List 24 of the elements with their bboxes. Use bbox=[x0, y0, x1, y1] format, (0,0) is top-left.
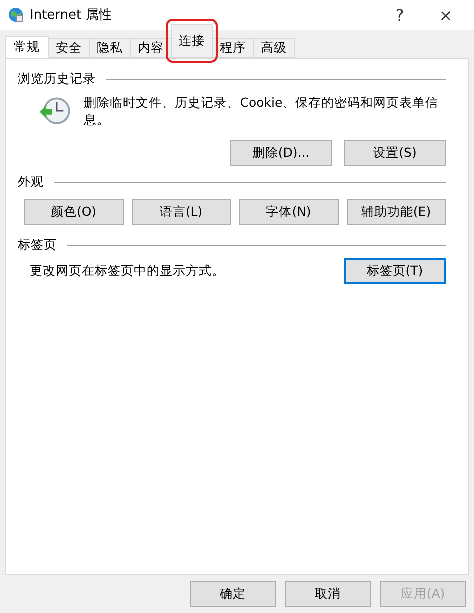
group-heading: 标签页 bbox=[18, 237, 57, 254]
description-text: 删除临时文件、历史记录、Cookie、保存的密码和网页表单信息。 bbox=[84, 95, 440, 129]
help-button[interactable]: ? bbox=[380, 1, 420, 29]
tab[interactable]: 高级 bbox=[253, 38, 295, 58]
tab[interactable]: 常规 bbox=[5, 36, 49, 58]
dialog-button[interactable]: 确定 bbox=[190, 581, 276, 607]
group-heading: 外观 bbox=[18, 174, 44, 191]
description-text: 更改网页在标签页中的显示方式。 bbox=[30, 262, 225, 280]
tab[interactable]: 隐私 bbox=[89, 38, 131, 58]
history-button[interactable]: 删除(D)... bbox=[230, 140, 332, 166]
tab[interactable]: 安全 bbox=[48, 38, 90, 58]
appearance-button[interactable]: 字体(N) bbox=[239, 199, 338, 225]
window-title: Internet 属性 bbox=[30, 7, 113, 24]
close-button[interactable]: × bbox=[426, 1, 466, 29]
appearance-button[interactable]: 语言(L) bbox=[132, 199, 231, 225]
globe-icon bbox=[8, 7, 24, 23]
group-heading: 浏览历史记录 bbox=[18, 71, 96, 88]
dialog-button[interactable]: 取消 bbox=[285, 581, 371, 607]
appearance-button[interactable]: 辅助功能(E) bbox=[346, 199, 446, 225]
history-button[interactable]: 设置(S) bbox=[344, 140, 446, 166]
appearance-button[interactable]: 颜色(O) bbox=[24, 199, 124, 225]
tabs-settings-button[interactable]: 标签页(T) bbox=[344, 258, 446, 284]
tab[interactable]: 程序 bbox=[212, 38, 254, 58]
tab[interactable]: 内容 bbox=[130, 38, 172, 58]
